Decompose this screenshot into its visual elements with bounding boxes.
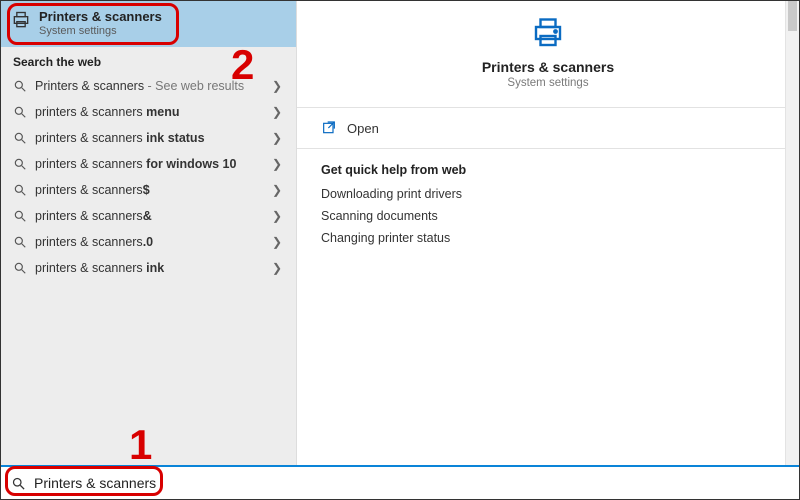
chevron-right-icon: ❯ [272,261,286,275]
open-label: Open [347,121,379,136]
chevron-right-icon: ❯ [272,209,286,223]
chevron-right-icon: ❯ [272,157,286,171]
best-match-subtitle: System settings [39,25,162,37]
web-suggestions-list: Printers & scanners - See web results ❯ … [1,73,296,281]
best-match-item[interactable]: Printers & scanners System settings [1,1,296,47]
suggestion-text: printers & scanners for windows 10 [35,157,264,171]
search-icon [13,79,27,93]
web-suggestion[interactable]: printers & scanners for windows 10 ❯ [1,151,296,177]
suggestion-text: printers & scanners ink status [35,131,264,145]
search-icon [11,476,26,491]
search-icon [13,183,27,197]
suggestion-text: printers & scanners menu [35,105,264,119]
suggestion-text: printers & scanners& [35,209,264,223]
suggestion-text: Printers & scanners - See web results [35,79,264,93]
best-match-title: Printers & scanners [39,9,162,24]
quick-help-link[interactable]: Downloading print drivers [321,187,775,201]
suggestion-text: printers & scanners ink [35,261,264,275]
quick-help-section: Get quick help from web Downloading prin… [297,149,799,263]
web-suggestion[interactable]: printers & scanners.0 ❯ [1,229,296,255]
content-area: Printers & scanners System settings Sear… [1,1,799,465]
search-icon [13,261,27,275]
chevron-right-icon: ❯ [272,131,286,145]
search-icon [13,209,27,223]
chevron-right-icon: ❯ [272,105,286,119]
start-search-window: Printers & scanners System settings Sear… [0,0,800,500]
search-input[interactable]: Printers & scanners [1,465,799,499]
web-suggestion[interactable]: printers & scanners$ ❯ [1,177,296,203]
detail-hero: Printers & scanners System settings [297,1,799,107]
scrollbar-thumb[interactable] [788,1,797,31]
chevron-right-icon: ❯ [272,79,286,93]
detail-title: Printers & scanners [482,59,614,75]
suggestion-text: printers & scanners$ [35,183,264,197]
web-section-label: Search the web [1,47,296,73]
best-match-text: Printers & scanners System settings [39,9,162,37]
search-icon [13,105,27,119]
search-icon [13,157,27,171]
chevron-right-icon: ❯ [272,235,286,249]
printer-icon [11,10,31,30]
open-action[interactable]: Open [297,108,799,148]
quick-help-title: Get quick help from web [321,163,775,177]
detail-subtitle: System settings [507,77,588,89]
web-suggestion[interactable]: printers & scanners ink status ❯ [1,125,296,151]
web-suggestion[interactable]: printers & scanners& ❯ [1,203,296,229]
printer-icon [530,15,566,51]
chevron-right-icon: ❯ [272,183,286,197]
web-suggestion[interactable]: printers & scanners menu ❯ [1,99,296,125]
detail-panel: Printers & scanners System settings Open… [296,1,799,465]
open-icon [321,120,337,136]
quick-help-link[interactable]: Scanning documents [321,209,775,223]
vertical-scrollbar[interactable] [785,1,799,465]
search-icon [13,131,27,145]
suggestion-text: printers & scanners.0 [35,235,264,249]
web-suggestion[interactable]: printers & scanners ink ❯ [1,255,296,281]
search-icon [13,235,27,249]
results-panel: Printers & scanners System settings Sear… [1,1,296,465]
web-suggestion[interactable]: Printers & scanners - See web results ❯ [1,73,296,99]
quick-help-link[interactable]: Changing printer status [321,231,775,245]
search-text: Printers & scanners [34,475,156,491]
